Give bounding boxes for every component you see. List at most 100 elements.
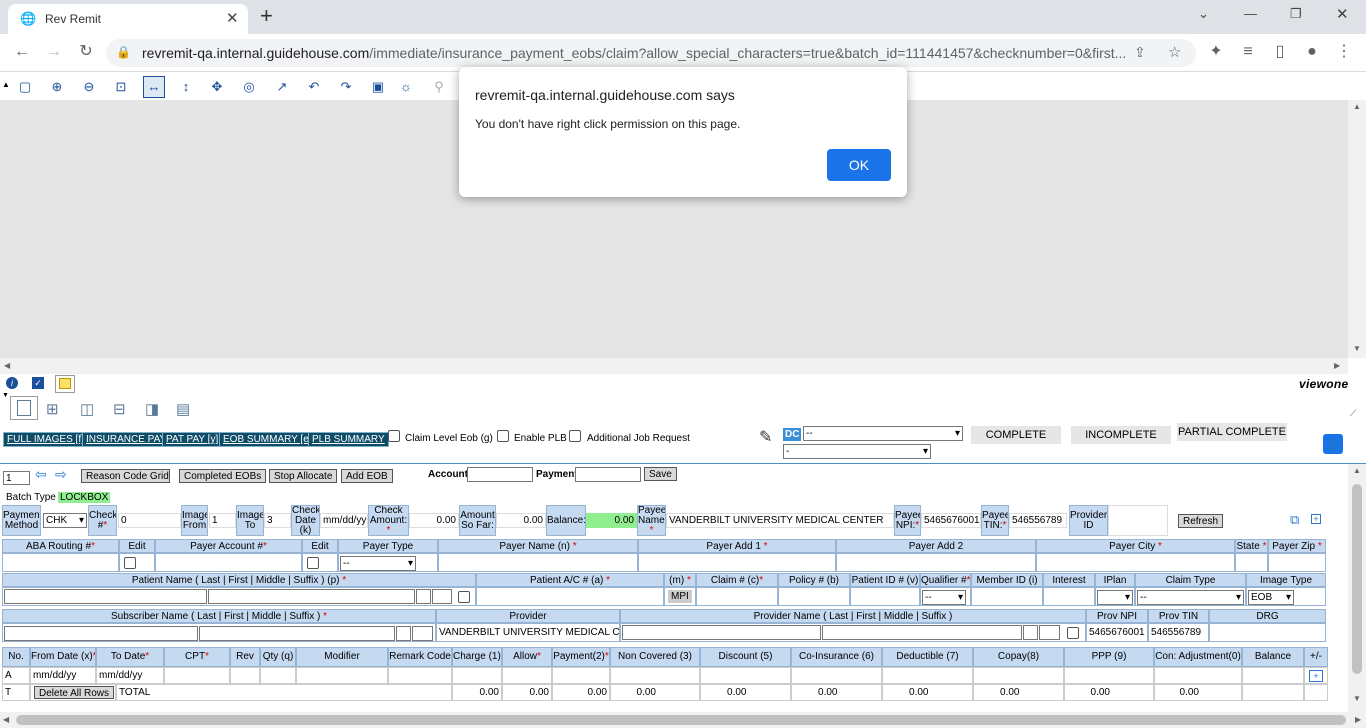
service-cell-3[interactable] (164, 667, 230, 684)
grid-view-icon[interactable]: ⊞ (46, 400, 59, 418)
fit-page-icon[interactable]: ✥ (206, 76, 228, 98)
partial-complete-button[interactable]: PARTIAL COMPLETE (1177, 423, 1287, 441)
stop-allocate-button[interactable]: Stop Allocate (269, 469, 338, 483)
check-date-input[interactable]: mm/dd/yy (320, 513, 368, 528)
dc-select-secondary[interactable]: - (783, 444, 931, 459)
service-cell-5[interactable] (260, 667, 296, 684)
service-cell-13[interactable] (791, 667, 882, 684)
next-arrow-icon[interactable]: ⇨ (55, 466, 67, 483)
payer-add1-input[interactable] (638, 553, 836, 572)
service-cell-17[interactable] (1154, 667, 1242, 684)
member-id-input[interactable] (971, 587, 1043, 606)
extensions-icon[interactable]: ✦ (1206, 42, 1226, 62)
scroll-up-icon[interactable]: ▲ (1353, 102, 1361, 111)
provider-first-name-input[interactable] (822, 625, 1022, 640)
rotate-right-icon[interactable]: ↗ (271, 76, 293, 98)
service-cell-4[interactable] (230, 667, 260, 684)
page-scroll-thumb[interactable] (16, 715, 1346, 725)
incomplete-button[interactable]: INCOMPLETE (1071, 426, 1171, 444)
payee-npi-input[interactable]: 5465676001 (921, 513, 981, 528)
scroll-down-icon[interactable]: ▼ (1353, 344, 1361, 353)
patient-middle-input[interactable] (416, 589, 431, 604)
subscriber-first-name-input[interactable] (199, 626, 395, 641)
add-icon[interactable]: + (1311, 514, 1321, 524)
media-icon[interactable]: ≡ (1238, 42, 1258, 62)
side-panel-icon[interactable]: ▯ (1270, 42, 1290, 62)
provider-last-name-input[interactable] (622, 625, 821, 640)
complete-button[interactable]: COMPLETE (971, 426, 1061, 444)
thumbnail-bottom-icon[interactable]: ⊟ (113, 400, 126, 418)
close-window-icon[interactable]: ✕ (1336, 5, 1349, 23)
new-tab-button[interactable]: + (260, 3, 273, 29)
page-number-input[interactable]: 1 (3, 471, 30, 485)
restore-icon[interactable]: ❐ (1290, 6, 1302, 22)
payer-zip-input[interactable] (1268, 553, 1326, 572)
service-cell-2[interactable]: mm/dd/yy (96, 667, 164, 684)
single-page-view-icon[interactable] (10, 396, 38, 420)
provider-input[interactable]: VANDERBILT UNIVERSITY MEDICAL C (436, 623, 620, 642)
service-cell-1[interactable]: mm/dd/yy (30, 667, 96, 684)
two-page-view-icon[interactable]: ◫ (80, 400, 94, 418)
zoom-out-icon[interactable]: ⊖ (78, 76, 100, 98)
patient-last-name-input[interactable] (4, 589, 207, 604)
service-cell-14[interactable] (882, 667, 973, 684)
prov-npi-input[interactable]: 5465676001 (1086, 623, 1148, 642)
aba-routing-input[interactable] (2, 553, 119, 572)
drg-input[interactable] (1209, 623, 1326, 642)
service-cell-6[interactable] (296, 667, 388, 684)
form-scroll-up-icon[interactable]: ▲ (1353, 466, 1361, 475)
viewer-vertical-scrollbar[interactable]: ▲ ▼ (1348, 100, 1366, 358)
service-cell-11[interactable] (610, 667, 700, 684)
edit-checkbox-2[interactable] (307, 557, 319, 569)
mpi-button[interactable]: MPI (668, 590, 692, 603)
reason-code-grid-button[interactable]: Reason Code Grid (81, 469, 170, 483)
add-row-icon[interactable]: + (1309, 670, 1323, 682)
provider-checkbox[interactable] (1067, 627, 1079, 639)
plb-summary-tab[interactable]: PLB SUMMARY (308, 432, 389, 447)
service-cell-8[interactable] (452, 667, 502, 684)
form-scroll-thumb[interactable] (1352, 484, 1362, 674)
reload-icon[interactable]: ↻ (76, 42, 96, 62)
patient-first-name-input[interactable] (208, 589, 415, 604)
subscriber-last-name-input[interactable] (4, 626, 198, 641)
service-cell-18[interactable] (1242, 667, 1304, 684)
info-icon[interactable]: i (6, 377, 18, 389)
patient-id-input[interactable] (850, 587, 920, 606)
page-scroll-right-icon[interactable]: ▶ (1355, 715, 1361, 724)
thumbnail-right-icon[interactable]: ◨ (145, 400, 159, 418)
check-number-input[interactable]: 0 (118, 513, 181, 528)
service-cell-9[interactable] (502, 667, 552, 684)
brightness-icon[interactable]: ☼ (395, 76, 417, 98)
bookmark-star-icon[interactable]: ☆ (1168, 43, 1181, 61)
service-cell-7[interactable] (388, 667, 452, 684)
rotate-icon[interactable]: ↷ (335, 76, 357, 98)
payment-method-select[interactable]: CHK (43, 513, 87, 528)
search-icon[interactable]: ⚲ (428, 76, 450, 98)
payer-name-input[interactable] (438, 553, 638, 572)
subscriber-suffix-input[interactable] (412, 626, 433, 641)
policy-number-input[interactable] (778, 587, 850, 606)
menu-icon[interactable]: ⋮ (1334, 42, 1354, 62)
image-from-input[interactable]: 1 (209, 513, 236, 528)
scroll-right-icon[interactable]: ▶ (1334, 361, 1340, 370)
refresh-button[interactable]: Refresh (1178, 514, 1224, 528)
payment-input[interactable] (575, 467, 641, 482)
resize-grip-icon[interactable]: ⟋ (1350, 408, 1356, 419)
magnifier-icon[interactable]: ◎ (238, 76, 260, 98)
save-button[interactable]: Save (644, 467, 677, 481)
expand-arrow-icon[interactable]: ▼ (2, 392, 9, 399)
form-scroll-down-icon[interactable]: ▼ (1353, 694, 1361, 703)
interest-input[interactable] (1043, 587, 1095, 606)
payer-account-input[interactable] (155, 553, 302, 572)
back-icon[interactable]: ← (12, 42, 32, 62)
service-cell-16[interactable] (1064, 667, 1154, 684)
patient-checkbox[interactable] (458, 591, 470, 603)
browser-tab[interactable]: 🌐 Rev Remit ✕ (8, 4, 248, 34)
eob-summary-tab[interactable]: EOB SUMMARY [e] (219, 432, 316, 447)
close-tab-icon[interactable]: ✕ (226, 9, 239, 27)
ok-button[interactable]: OK (827, 149, 891, 181)
fit-width-icon[interactable]: ↔ (143, 76, 165, 98)
page-horizontal-scrollbar[interactable]: ◀ ▶ (0, 712, 1366, 728)
prev-arrow-icon[interactable]: ⇦ (35, 466, 47, 483)
iplan-select[interactable] (1097, 590, 1133, 605)
